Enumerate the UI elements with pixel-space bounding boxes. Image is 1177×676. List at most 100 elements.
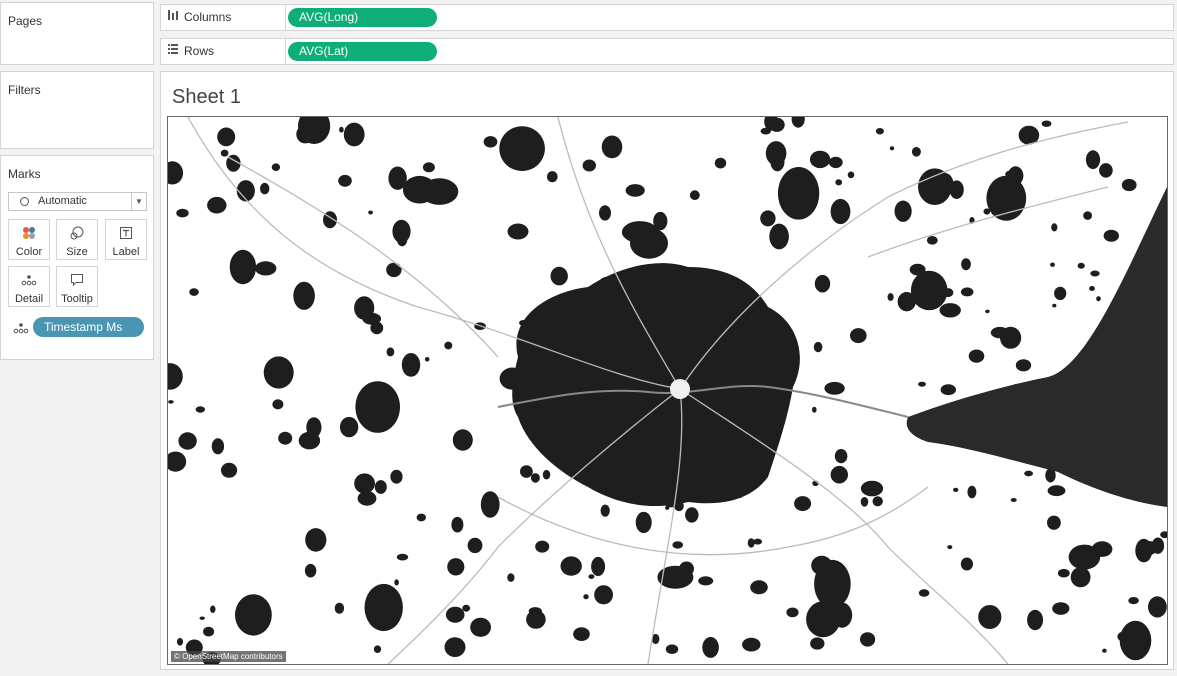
pages-card[interactable]: Pages: [0, 2, 154, 65]
map-settlement: [830, 198, 851, 225]
map-settlement: [296, 125, 315, 144]
map-settlement: [386, 347, 395, 357]
map-settlement: [1024, 470, 1033, 477]
detail-button[interactable]: Detail: [8, 266, 50, 307]
columns-pill[interactable]: AVG(Long): [288, 8, 437, 27]
map-settlement: [765, 141, 787, 166]
map-canvas: [168, 117, 1167, 664]
filters-title: Filters: [8, 83, 41, 97]
map-settlement: [1052, 303, 1057, 308]
map-settlement: [742, 637, 761, 652]
filters-card[interactable]: Filters: [0, 71, 154, 149]
map-settlement: [1050, 262, 1055, 267]
map-settlement: [591, 556, 606, 577]
map-settlement: [860, 480, 884, 497]
map-settlement: [665, 505, 670, 510]
map-settlement: [560, 556, 582, 576]
map-settlement: [278, 431, 293, 445]
map-settlement: [298, 431, 321, 450]
map-settlement: [940, 384, 956, 396]
shelf-divider: [285, 5, 286, 30]
mark-type-dropdown[interactable]: Automatic ▼: [8, 192, 147, 211]
map-settlement: [530, 473, 540, 483]
map-settlement: [600, 504, 610, 517]
rows-shelf[interactable]: Rows AVG(Lat): [160, 38, 1174, 65]
map-settlement: [665, 644, 679, 654]
map-settlement: [1089, 286, 1095, 291]
tooltip-button[interactable]: Tooltip: [56, 266, 98, 307]
map-settlement: [550, 266, 568, 286]
map-settlement: [847, 171, 855, 179]
map-settlement: [221, 462, 238, 478]
color-label: Color: [15, 246, 43, 258]
map-settlement: [1139, 541, 1158, 555]
label-button[interactable]: Label: [105, 219, 147, 260]
circle-mark-icon: [20, 197, 29, 206]
map-settlement: [467, 537, 483, 554]
map-settlement: [1015, 359, 1032, 372]
map-settlement: [760, 210, 776, 227]
map-settlement: [978, 605, 1002, 629]
map-settlement: [210, 605, 216, 613]
map-settlement: [334, 602, 345, 614]
timestamp-detail-pill[interactable]: Timestamp Ms: [33, 317, 144, 337]
columns-shelf[interactable]: Columns AVG(Long): [160, 4, 1174, 31]
map-settlement: [507, 573, 515, 582]
map-settlement: [1148, 596, 1167, 618]
map-settlement: [685, 507, 699, 523]
map-settlement: [422, 162, 435, 173]
map-settlement: [547, 171, 558, 183]
map-settlement: [176, 208, 189, 218]
map-settlement: [1007, 166, 1024, 186]
map-settlement: [1085, 150, 1101, 170]
marks-title: Marks: [8, 167, 41, 181]
map-settlement: [462, 604, 471, 612]
sheet-view: Sheet 1 © OpenStreetMap contributors: [160, 71, 1174, 670]
map-settlement: [894, 200, 912, 222]
map-settlement: [813, 341, 823, 353]
map-settlement: [679, 561, 694, 576]
map-settlement: [714, 157, 727, 169]
map-settlement: [444, 341, 453, 350]
size-button[interactable]: Size: [56, 219, 98, 260]
chevron-down-icon[interactable]: ▼: [135, 193, 143, 210]
map-settlement: [370, 321, 384, 335]
map-settlement: [588, 574, 595, 579]
map-settlement: [470, 617, 491, 637]
map-settlement: [235, 594, 272, 636]
map-settlement: [833, 602, 842, 615]
map-settlement: [396, 553, 409, 561]
map-settlement: [953, 487, 959, 492]
map-settlement: [651, 242, 661, 254]
map-settlement: [809, 150, 831, 169]
map-attribution: © OpenStreetMap contributors: [171, 651, 286, 662]
map-settlement: [452, 429, 473, 451]
rows-pill[interactable]: AVG(Lat): [288, 42, 437, 61]
map-settlement: [926, 236, 938, 245]
map-settlement: [507, 223, 529, 240]
map-settlement: [911, 147, 921, 157]
color-button[interactable]: Color: [8, 219, 50, 260]
mark-type-value: Automatic: [38, 195, 87, 207]
map-settlement: [583, 594, 589, 600]
map-settlement: [263, 356, 294, 389]
map-settlement: [401, 353, 421, 377]
map-settlement: [364, 583, 403, 632]
map-settlement: [601, 135, 623, 159]
map-settlement: [960, 287, 974, 297]
map-settlement: [220, 149, 229, 157]
map-settlement: [305, 528, 327, 552]
map-view[interactable]: © OpenStreetMap contributors: [167, 116, 1168, 665]
map-settlement: [824, 381, 845, 395]
map-settlement: [388, 166, 407, 190]
map-settlement: [260, 182, 270, 195]
map-settlement: [961, 258, 971, 271]
map-settlement: [499, 126, 545, 171]
map-settlement: [255, 261, 277, 276]
map-settlement: [887, 293, 894, 301]
rows-shelf-label: Rows: [167, 39, 214, 64]
color-icon: [9, 225, 49, 241]
map-settlement: [835, 179, 843, 186]
map-settlement: [304, 563, 317, 578]
map-settlement: [889, 146, 895, 151]
